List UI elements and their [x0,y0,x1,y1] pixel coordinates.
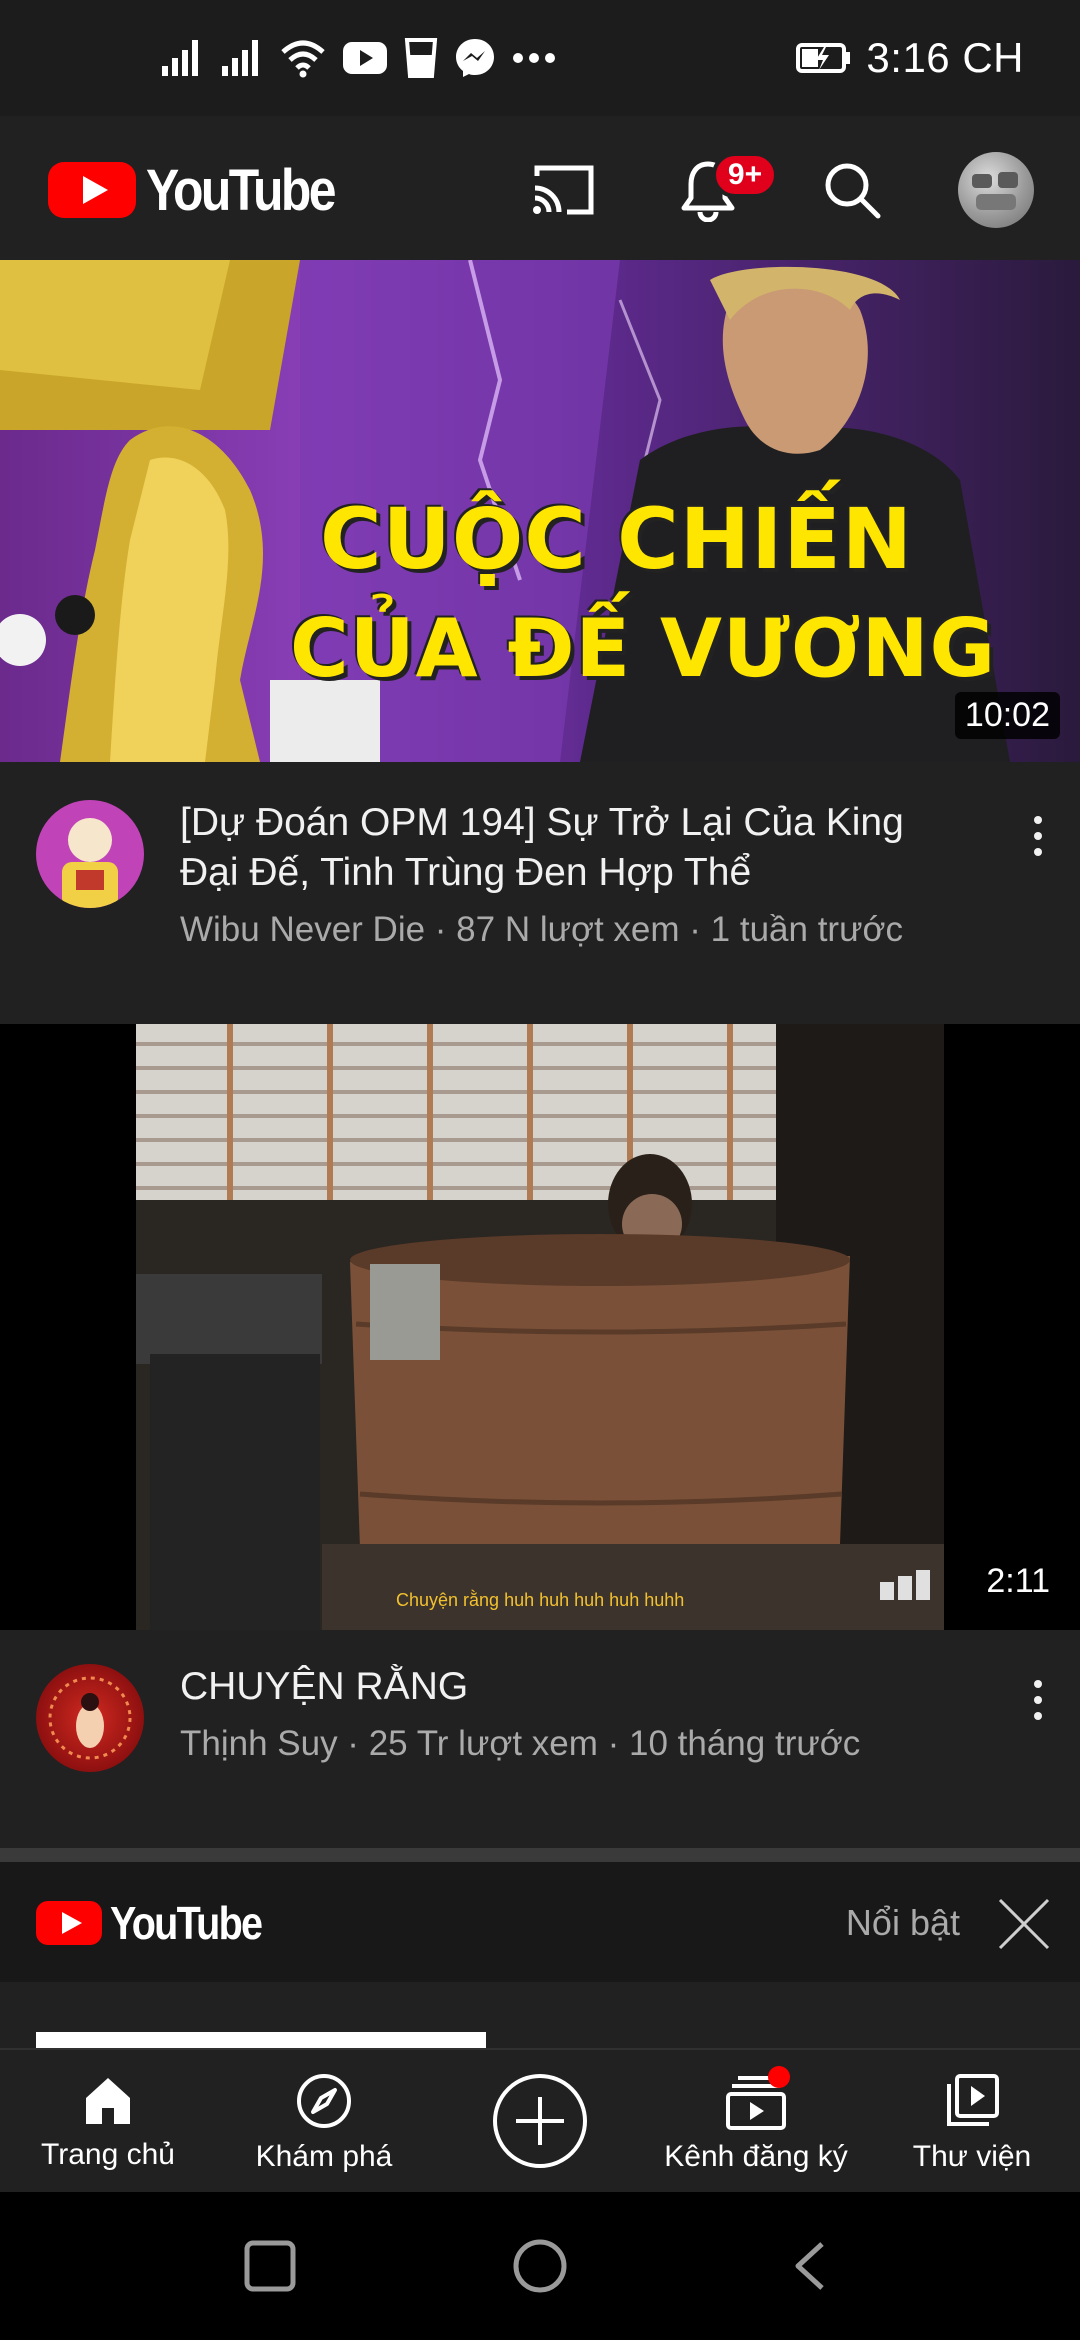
video-thumbnail[interactable]: Chuyện rằng huh huh huh huh huhh 2:11 [0,1024,1080,1630]
home-system-button[interactable] [512,2238,568,2294]
thumbnail-art [136,1024,944,1630]
app-header: YouTube 9+ [0,116,1080,260]
signal-icon [162,40,198,76]
status-icons [160,30,556,86]
battery-charging-icon [796,43,851,73]
video-title[interactable]: [Dự Đoán OPM 194] Sự Trở Lại Của King Đạ… [180,798,960,898]
status-bar: 3:16 CH [0,0,1080,116]
nav-home[interactable]: Trang chủ [0,2050,216,2194]
channel-avatar-image [62,818,118,908]
promo-label: Nổi bật [845,1902,960,1943]
home-icon [86,2078,130,2124]
video-meta: Thịnh Suy · 25 Tr lượt xem · 10 tháng tr… [180,1724,861,1763]
cup-icon [404,38,438,78]
nav-label: Khám phá [255,2140,393,2173]
close-button[interactable] [996,1896,1052,1952]
messenger-icon [456,39,494,77]
cast-icon [533,165,594,215]
back-button[interactable] [790,2240,830,2292]
search-icon [825,163,881,219]
notification-badge: 9+ [712,152,778,198]
cast-button[interactable] [526,152,602,228]
featured-promo[interactable]: YouTube Nổi bật [0,1862,1080,1982]
video-meta-row: CHUYỆN RẰNG Thịnh Suy · 25 Tr lượt xem ·… [0,1630,1080,1848]
promo-logo: YouTube [36,1896,286,1950]
more-icon [513,53,555,63]
clock: 3:16 CH [866,34,1024,81]
nav-label: Thư viện [912,2140,1032,2173]
thumbnail-title-line1: CUỘC CHIẾN [320,490,914,588]
youtube-logo[interactable]: YouTube [48,158,364,223]
nav-subscriptions[interactable]: Kênh đăng ký [648,2050,864,2194]
video-duration: 10:02 [954,692,1060,739]
thumbnail-title-line2: CỦA ĐẾ VƯƠNG [290,602,997,695]
wifi-icon [281,40,325,78]
video-menu-button[interactable] [1018,806,1058,866]
kebab-dot [1034,832,1042,840]
kebab-dot [1034,848,1042,856]
video-meta-row: [Dự Đoán OPM 194] Sự Trở Lại Của King Đạ… [0,762,1080,1024]
video-title[interactable]: CHUYỆN RẰNG [180,1662,960,1712]
recents-button[interactable] [244,2240,296,2292]
video-menu-button[interactable] [1018,1670,1058,1730]
preview-thumbnail [36,2032,486,2048]
youtube-wordmark: YouTube [146,157,336,223]
youtube-notification-icon [343,42,387,74]
nav-explore[interactable]: Khám phá [216,2050,432,2194]
video-subtitle: Chuyện rằng huh huh huh huh huhh [396,1590,685,1610]
kebab-dot [1034,1680,1042,1688]
signal-icon [222,40,258,76]
kebab-dot [1034,1696,1042,1704]
search-button[interactable] [814,152,890,228]
kebab-dot [1034,816,1042,824]
bottom-navigation: Trang chủ Khám phá Kênh đăng ký Thư viện [0,2048,1080,2192]
video-duration: 2:11 [986,1562,1050,1600]
system-navigation-bar [0,2192,1080,2340]
nav-create[interactable] [432,2050,648,2194]
nav-label: Kênh đăng ký [664,2140,848,2173]
section-divider [0,1848,1080,1862]
new-content-dot [768,2066,790,2088]
close-icon [998,1898,1050,1950]
avatar-image [972,172,1018,210]
channel-avatar[interactable] [36,800,144,908]
channel-avatar-image [48,1676,132,1760]
library-icon [947,2074,999,2126]
create-icon [493,2074,587,2168]
kebab-dot [1034,1712,1042,1720]
promo-wordmark: YouTube [110,1897,263,1949]
subscriptions-icon-wrap [724,2066,790,2130]
status-right: 3:16 CH [796,30,1024,86]
youtube-logo-icon [48,162,136,218]
video-thumbnail[interactable]: CUỘC CHIẾN CỦA ĐẾ VƯƠNG 10:02 [0,260,1080,762]
video-meta: Wibu Never Die · 87 N lượt xem · 1 tuần … [180,910,903,949]
youtube-logo-icon [36,1901,102,1945]
channel-avatar[interactable] [36,1664,144,1772]
nav-library[interactable]: Thư viện [864,2050,1080,2194]
compass-icon [297,2074,351,2128]
next-item-preview [0,1982,1080,2048]
nav-label: Trang chủ [41,2138,175,2171]
account-avatar[interactable] [958,152,1034,228]
